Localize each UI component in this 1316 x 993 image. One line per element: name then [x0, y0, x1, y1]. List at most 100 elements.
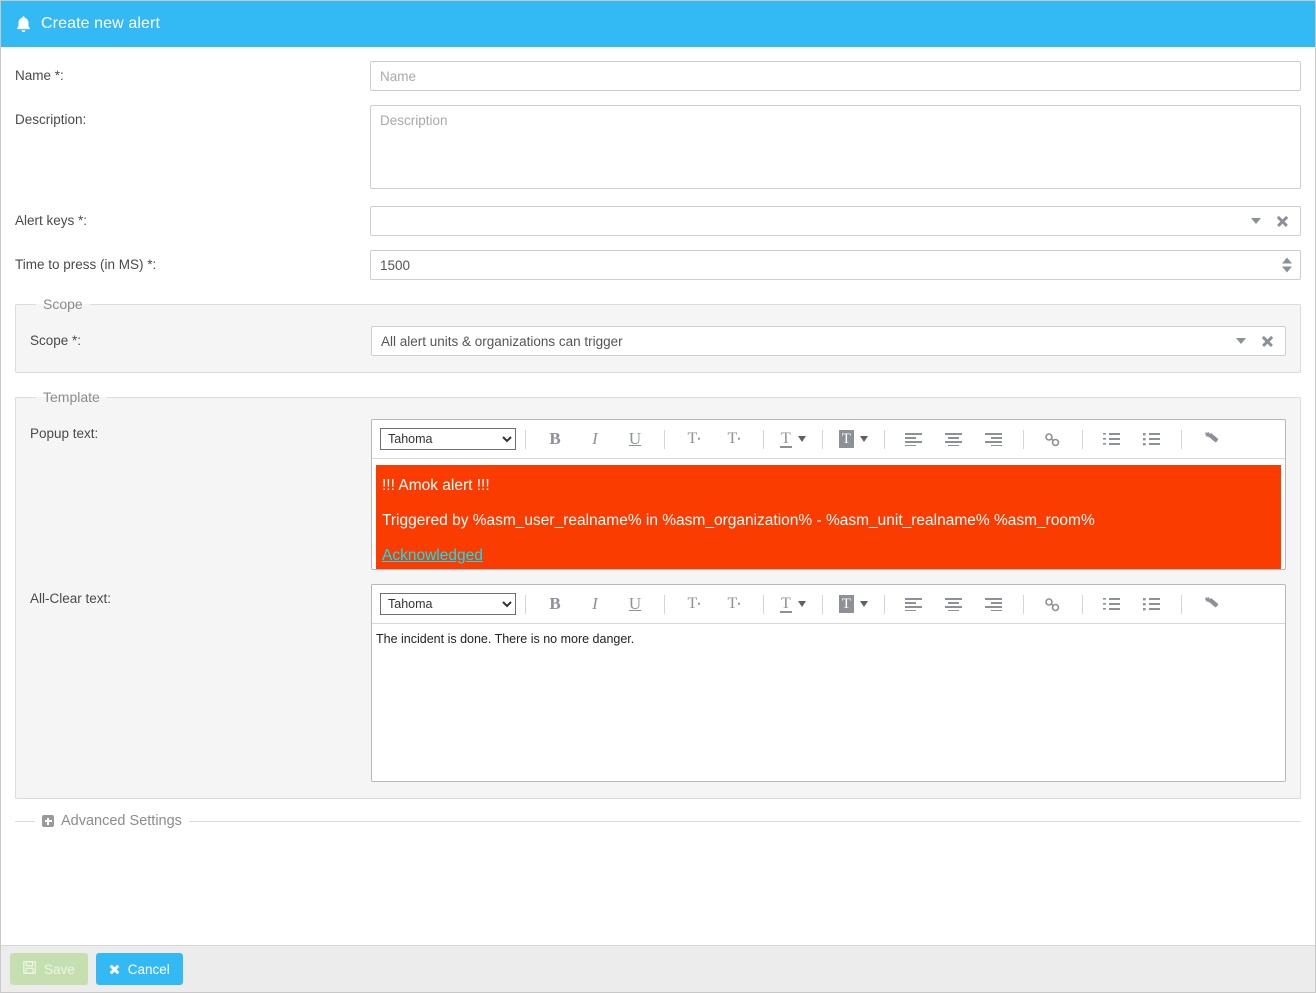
- name-label: Name *:: [15, 68, 64, 83]
- toolbar-separator: [763, 594, 764, 614]
- underline-icon[interactable]: U: [622, 591, 648, 617]
- font-family-select[interactable]: Tahoma: [380, 428, 516, 450]
- time-to-press-input[interactable]: [370, 250, 1301, 280]
- bullet-list-icon[interactable]: [1139, 426, 1165, 452]
- text-color-icon[interactable]: T: [780, 595, 806, 613]
- popup-editor-toolbar: Tahoma B I U T • T • T T: [372, 420, 1285, 459]
- popup-text-content[interactable]: !!! Amok alert !!! Triggered by %asm_use…: [372, 465, 1285, 569]
- chevron-down-icon[interactable]: [797, 601, 806, 607]
- italic-icon[interactable]: I: [582, 591, 608, 617]
- allclear-text-content[interactable]: The incident is done. There is no more d…: [372, 624, 1285, 781]
- acknowledged-link[interactable]: Acknowledged: [382, 547, 483, 564]
- numbered-list-icon[interactable]: [1099, 591, 1125, 617]
- dialog-titlebar: Create new alert: [1, 1, 1315, 47]
- align-left-icon[interactable]: [901, 591, 927, 617]
- toolbar-separator: [1022, 429, 1024, 449]
- advanced-settings-label: Advanced Settings: [61, 813, 182, 829]
- name-input[interactable]: [370, 61, 1301, 91]
- field-row-description: Description:: [15, 91, 1301, 192]
- field-row-alert-keys: Alert keys *:: [15, 192, 1301, 236]
- remove-format-icon[interactable]: [1198, 591, 1224, 617]
- toolbar-separator: [1180, 429, 1182, 449]
- chevron-down-icon[interactable]: [1236, 338, 1246, 344]
- toolbar-separator: [525, 429, 526, 449]
- close-icon[interactable]: [1275, 214, 1289, 228]
- align-center-icon[interactable]: [941, 591, 967, 617]
- dialog-title: Create new alert: [41, 15, 160, 32]
- toolbar-separator: [883, 594, 885, 614]
- scope-select[interactable]: All alert units & organizations can trig…: [371, 326, 1286, 356]
- alert-keys-select[interactable]: [370, 206, 1301, 236]
- toolbar-separator: [821, 429, 823, 449]
- time-to-press-label: Time to press (in MS) *:: [15, 257, 157, 272]
- create-alert-dialog: Create new alert Name *: Description: Al…: [0, 0, 1316, 993]
- bullet-list-icon[interactable]: [1139, 591, 1165, 617]
- cancel-button-label: Cancel: [127, 961, 170, 977]
- floppy-disk-icon: [23, 961, 36, 977]
- highlight-color-icon[interactable]: T: [838, 430, 868, 448]
- align-left-icon[interactable]: [901, 426, 927, 452]
- cancel-button[interactable]: Cancel: [95, 953, 183, 985]
- subscript-icon[interactable]: T •: [721, 426, 747, 452]
- spinner-up-icon[interactable]: [1282, 257, 1292, 264]
- italic-icon[interactable]: I: [582, 426, 608, 452]
- toolbar-separator: [1081, 594, 1083, 614]
- underline-icon[interactable]: U: [622, 426, 648, 452]
- save-button[interactable]: Save: [10, 953, 88, 985]
- scope-legend: Scope: [43, 296, 83, 312]
- toolbar-separator: [883, 429, 885, 449]
- description-label: Description:: [15, 112, 87, 127]
- numbered-list-icon[interactable]: [1099, 426, 1125, 452]
- bold-icon[interactable]: B: [542, 591, 568, 617]
- font-family-select[interactable]: Tahoma: [380, 593, 516, 615]
- superscript-icon[interactable]: T •: [681, 591, 707, 617]
- popup-line-2: Triggered by %asm_user_realname% in %asm…: [382, 512, 1095, 529]
- field-row-allclear-text: All-Clear text: Tahoma B I U T • T • T T…: [30, 570, 1286, 782]
- link-icon[interactable]: [1040, 426, 1066, 452]
- template-fieldset: Template Popup text: Tahoma B I U T • T …: [15, 389, 1301, 799]
- toolbar-separator: [1081, 429, 1083, 449]
- description-textarea[interactable]: [370, 105, 1301, 189]
- align-right-icon[interactable]: [981, 591, 1007, 617]
- popup-text-label: Popup text:: [30, 426, 99, 441]
- toolbar-separator: [1180, 594, 1182, 614]
- spinner-updown-icon[interactable]: [1282, 257, 1292, 273]
- alert-keys-label: Alert keys *:: [15, 213, 88, 228]
- subscript-icon[interactable]: T •: [721, 591, 747, 617]
- align-right-icon[interactable]: [981, 426, 1007, 452]
- close-icon: [109, 964, 120, 975]
- link-icon[interactable]: [1040, 591, 1066, 617]
- allclear-text-editor: Tahoma B I U T • T • T T The incident is…: [371, 584, 1286, 782]
- toolbar-separator: [525, 594, 526, 614]
- toolbar-separator: [763, 429, 764, 449]
- chevron-down-icon[interactable]: [797, 436, 806, 442]
- remove-format-icon[interactable]: [1198, 426, 1224, 452]
- dialog-footer: Save Cancel: [1, 945, 1315, 992]
- chevron-down-icon[interactable]: [859, 601, 868, 607]
- text-color-icon[interactable]: T: [780, 430, 806, 448]
- chevron-down-icon[interactable]: [859, 436, 868, 442]
- dialog-body: Name *: Description: Alert keys *:: [1, 47, 1315, 945]
- plus-box-icon[interactable]: [42, 815, 54, 827]
- template-legend: Template: [43, 389, 100, 405]
- field-row-scope: Scope *: All alert units & organizations…: [30, 312, 1286, 356]
- bell-icon: [15, 15, 32, 34]
- scope-fieldset: Scope Scope *: All alert units & organiz…: [15, 296, 1301, 373]
- align-center-icon[interactable]: [941, 426, 967, 452]
- field-row-name: Name *:: [15, 47, 1301, 91]
- close-icon[interactable]: [1260, 334, 1274, 348]
- scope-value: All alert units & organizations can trig…: [381, 333, 623, 349]
- toolbar-separator: [1022, 594, 1024, 614]
- popup-line-3-wrapper: Acknowledged: [382, 538, 1275, 569]
- superscript-icon[interactable]: T •: [681, 426, 707, 452]
- bold-icon[interactable]: B: [542, 426, 568, 452]
- allclear-editor-toolbar: Tahoma B I U T • T • T T: [372, 585, 1285, 624]
- highlight-color-icon[interactable]: T: [838, 595, 868, 613]
- field-row-time-to-press: Time to press (in MS) *:: [15, 236, 1301, 280]
- popup-highlighted-text: !!! Amok alert !!! Triggered by %asm_use…: [376, 465, 1281, 569]
- chevron-down-icon[interactable]: [1251, 218, 1261, 224]
- advanced-settings-legend[interactable]: Advanced Settings: [35, 813, 189, 829]
- advanced-settings-fieldset[interactable]: Advanced Settings: [15, 813, 1301, 829]
- spinner-down-icon[interactable]: [1282, 266, 1292, 273]
- field-row-popup-text: Popup text: Tahoma B I U T • T • T T !!!…: [30, 405, 1286, 570]
